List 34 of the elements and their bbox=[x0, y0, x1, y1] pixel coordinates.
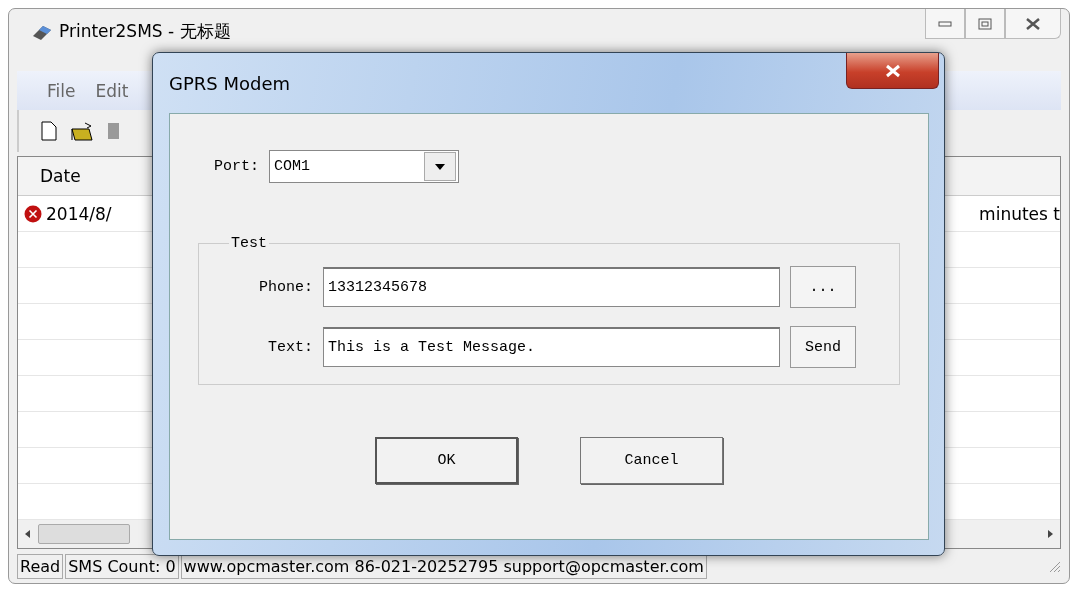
message-field[interactable]: This is a Test Message. bbox=[323, 327, 780, 367]
browse-button[interactable]: ... bbox=[790, 266, 856, 308]
new-document-icon[interactable] bbox=[41, 121, 57, 142]
phone-field[interactable]: 13312345678 bbox=[323, 267, 780, 307]
status-panel: SMS Count: 0 bbox=[65, 553, 179, 579]
status-panel: Read bbox=[17, 553, 64, 579]
window-title: Printer2SMS - 无标题 bbox=[59, 20, 231, 44]
minimize-icon bbox=[938, 20, 952, 27]
text-label: Text: bbox=[267, 338, 313, 356]
left-arrow-icon[interactable] bbox=[24, 529, 32, 540]
column-header[interactable]: Date bbox=[18, 166, 81, 187]
dialog-title: GPRS Modem bbox=[169, 72, 291, 94]
close-button[interactable] bbox=[846, 53, 939, 89]
close-button[interactable] bbox=[1005, 9, 1061, 39]
error-icon bbox=[24, 204, 42, 223]
caret-icon bbox=[435, 163, 445, 170]
close-icon bbox=[884, 63, 901, 78]
table-cell: 2014/8/ bbox=[46, 203, 112, 224]
port-label: Port: bbox=[214, 158, 259, 175]
folder-icon[interactable] bbox=[71, 121, 93, 142]
table-cell: minutes t bbox=[979, 203, 1060, 224]
port-dropdown[interactable]: COM1 bbox=[269, 150, 459, 183]
dialog-button[interactable]: OK bbox=[375, 437, 518, 484]
menu-item[interactable]: Edit bbox=[95, 80, 129, 101]
close-icon bbox=[1026, 17, 1040, 30]
resize-grip-icon[interactable] bbox=[1047, 559, 1061, 574]
phone-label: Phone: bbox=[258, 278, 313, 296]
scrollbar-thumb[interactable] bbox=[38, 524, 130, 545]
right-arrow-icon[interactable] bbox=[1046, 529, 1054, 540]
send-button[interactable]: Send bbox=[790, 326, 856, 368]
maximize-icon bbox=[978, 17, 992, 30]
group-title: Test bbox=[230, 235, 268, 252]
menu-item[interactable]: File bbox=[47, 80, 76, 101]
dialog-button[interactable]: Cancel bbox=[580, 437, 723, 484]
